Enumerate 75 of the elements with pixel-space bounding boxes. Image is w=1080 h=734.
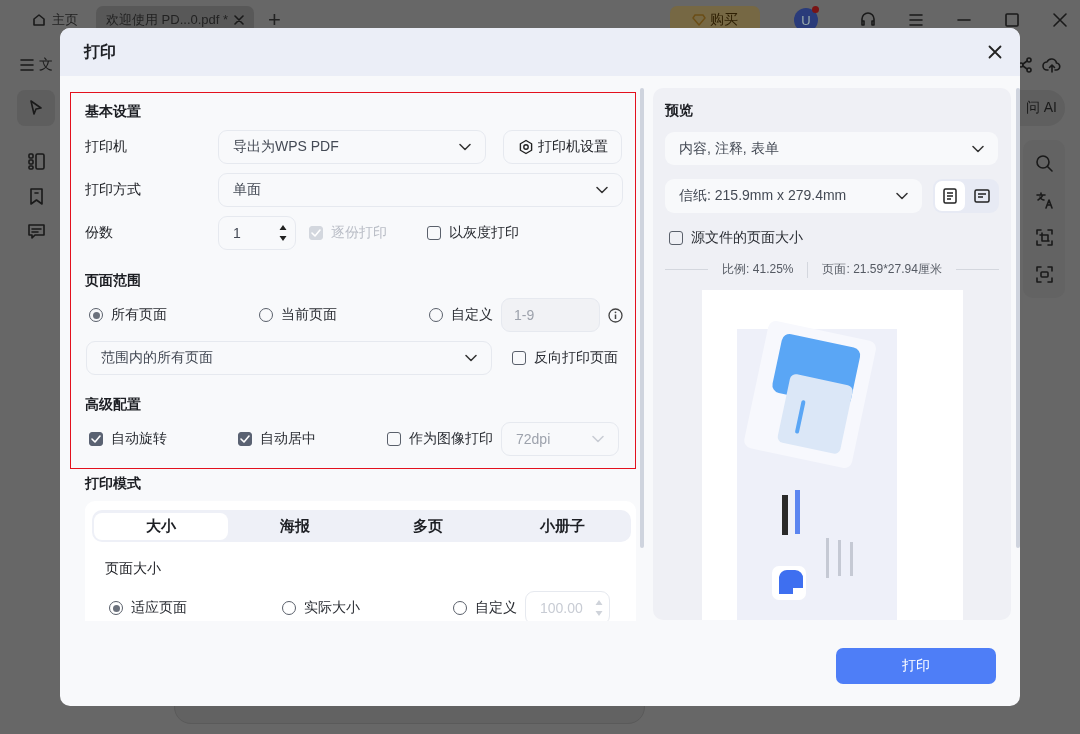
section-heading: 高级配置 [85,395,142,414]
maximize-icon[interactable] [1002,10,1022,30]
checkbox[interactable] [89,431,103,446]
crop-icon[interactable] [1034,228,1054,247]
checkbox-label: 作为图像打印 [409,429,493,448]
gear-icon [517,139,534,155]
page-subset-dropdown[interactable]: 范围内的所有页面 [86,341,492,375]
checkbox[interactable] [669,231,683,245]
cloud-upload-icon[interactable] [1042,56,1062,74]
notification-dot [812,6,819,13]
paper-size-dropdown[interactable]: 信纸: 215.9mm x 279.4mm [665,179,922,213]
mode-tab[interactable]: 小册子 [495,512,629,540]
checkbox-label: 自动旋转 [111,429,167,448]
field-label: 份数 [85,224,114,242]
checkbox[interactable] [238,431,252,446]
field-label: 打印方式 [85,181,142,199]
print-button[interactable]: 打印 [836,648,996,684]
printer-dropdown[interactable]: 导出为WPS PDF [218,130,486,164]
screen-record-icon[interactable] [1034,265,1054,284]
checkbox-label: 逐份打印 [331,224,387,242]
radio-label: 自定义 [475,599,517,617]
pointer-icon [28,99,44,117]
chevron-down-icon [465,354,477,362]
close-icon[interactable] [988,45,1002,59]
close-icon [234,15,245,25]
landscape-page-icon[interactable] [974,189,990,203]
chevron-down-icon [592,434,604,443]
chevron-down-icon [596,186,608,194]
radio-label: 实际大小 [304,599,360,617]
diamond-icon [692,14,706,26]
copies-spinner[interactable]: 1 [218,216,296,250]
printer-settings-button[interactable]: 打印机设置 [503,130,622,164]
scrollbar[interactable] [640,88,644,548]
section-heading: 页面范围 [85,271,142,290]
page-size-text: 页面: 21.59*27.94厘米 [822,261,942,278]
home-icon [32,13,46,27]
mode-tab[interactable]: 海报 [227,512,362,540]
radio-label: 适应页面 [131,599,187,617]
portrait-page-icon[interactable] [943,188,957,204]
checkbox-label: 反向打印页面 [534,349,618,367]
translate-icon[interactable] [1034,191,1054,210]
checkbox[interactable] [512,351,526,365]
chevron-down-icon [459,143,471,151]
checkbox[interactable] [387,431,401,446]
content-dropdown[interactable]: 内容, 注释, 表单 [665,132,998,165]
scrollbar[interactable] [1016,88,1020,548]
menu-icon [20,59,34,71]
info-icon [608,307,623,323]
section-heading: 基本设置 [85,102,142,121]
dialog-title: 打印 [84,41,116,62]
chevron-down-icon [972,144,984,153]
checkbox-label: 自动居中 [260,429,316,448]
search-icon[interactable] [1034,154,1054,173]
stepper-arrows-icon [279,223,287,243]
section-heading: 预览 [665,101,694,120]
section-label: 页面大小 [105,560,162,578]
radio-label: 所有页面 [111,306,167,324]
stepper-arrows-icon [595,598,603,618]
checkbox-label: 以灰度打印 [449,224,519,242]
section-heading: 打印模式 [85,474,142,493]
thumbnails-icon[interactable] [26,152,46,171]
checkbox-label: 源文件的页面大小 [691,229,803,247]
select-tool-button[interactable] [17,90,55,126]
scale-text: 比例: 41.25% [722,261,794,278]
resolution-dropdown: 72dpi [501,421,619,456]
page-range-input[interactable]: 1-9 [501,298,600,332]
chevron-down-icon [896,192,908,200]
print-mode-dropdown[interactable]: 单面 [218,173,623,207]
radio-label: 自定义 [451,306,493,324]
mode-tab[interactable]: 多页 [361,512,496,540]
radio-label: 当前页面 [281,306,337,324]
mode-tab[interactable]: 大小 [94,512,228,540]
field-label: 打印机 [85,138,128,156]
comment-icon[interactable] [26,222,46,241]
checkbox[interactable] [427,226,441,240]
